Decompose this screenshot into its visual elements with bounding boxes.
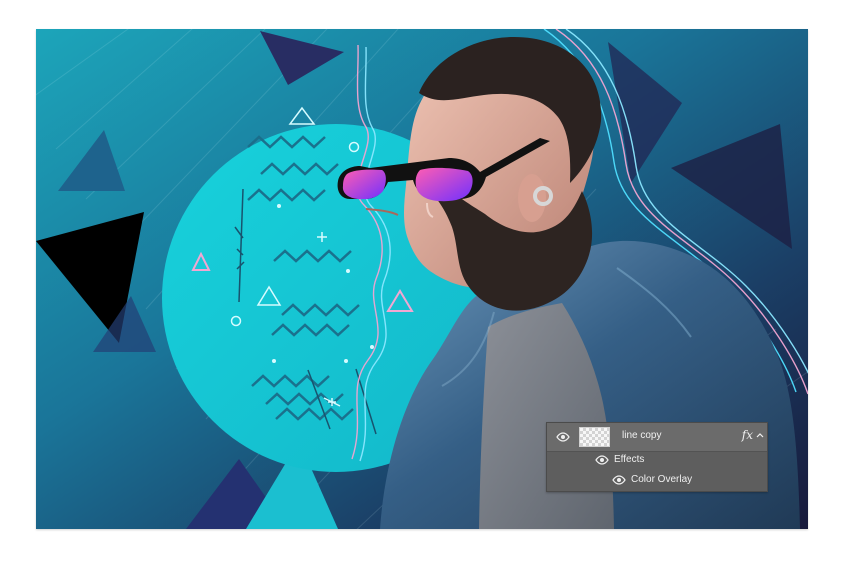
layer-visibility-eye-icon[interactable] xyxy=(556,432,570,442)
screenshot-page: line copy fx Effects Color Overlay xyxy=(0,0,850,564)
effects-row[interactable]: Effects xyxy=(547,451,767,470)
ear xyxy=(518,174,546,222)
layer-row-line-copy[interactable]: line copy fx xyxy=(547,423,767,452)
color-overlay-label: Color Overlay xyxy=(631,474,693,485)
transparent-layer-thumbnail-icon xyxy=(579,427,610,447)
eye-icon xyxy=(612,475,626,485)
eye-icon xyxy=(595,455,609,465)
layer-name-label: line copy xyxy=(622,430,662,441)
right-lens xyxy=(415,167,473,202)
effects-visibility-eye-icon[interactable] xyxy=(595,455,609,465)
fx-icon[interactable]: fx xyxy=(742,428,753,442)
color-overlay-visibility-eye-icon[interactable] xyxy=(612,475,626,485)
chevron-up-icon[interactable] xyxy=(756,432,764,440)
layers-panel: line copy fx Effects Color Overlay xyxy=(546,422,768,492)
effects-label: Effects xyxy=(614,454,645,465)
color-overlay-row[interactable]: Color Overlay xyxy=(547,470,767,490)
chevron-up-icon-svg xyxy=(756,433,764,438)
eye-icon xyxy=(556,432,570,442)
